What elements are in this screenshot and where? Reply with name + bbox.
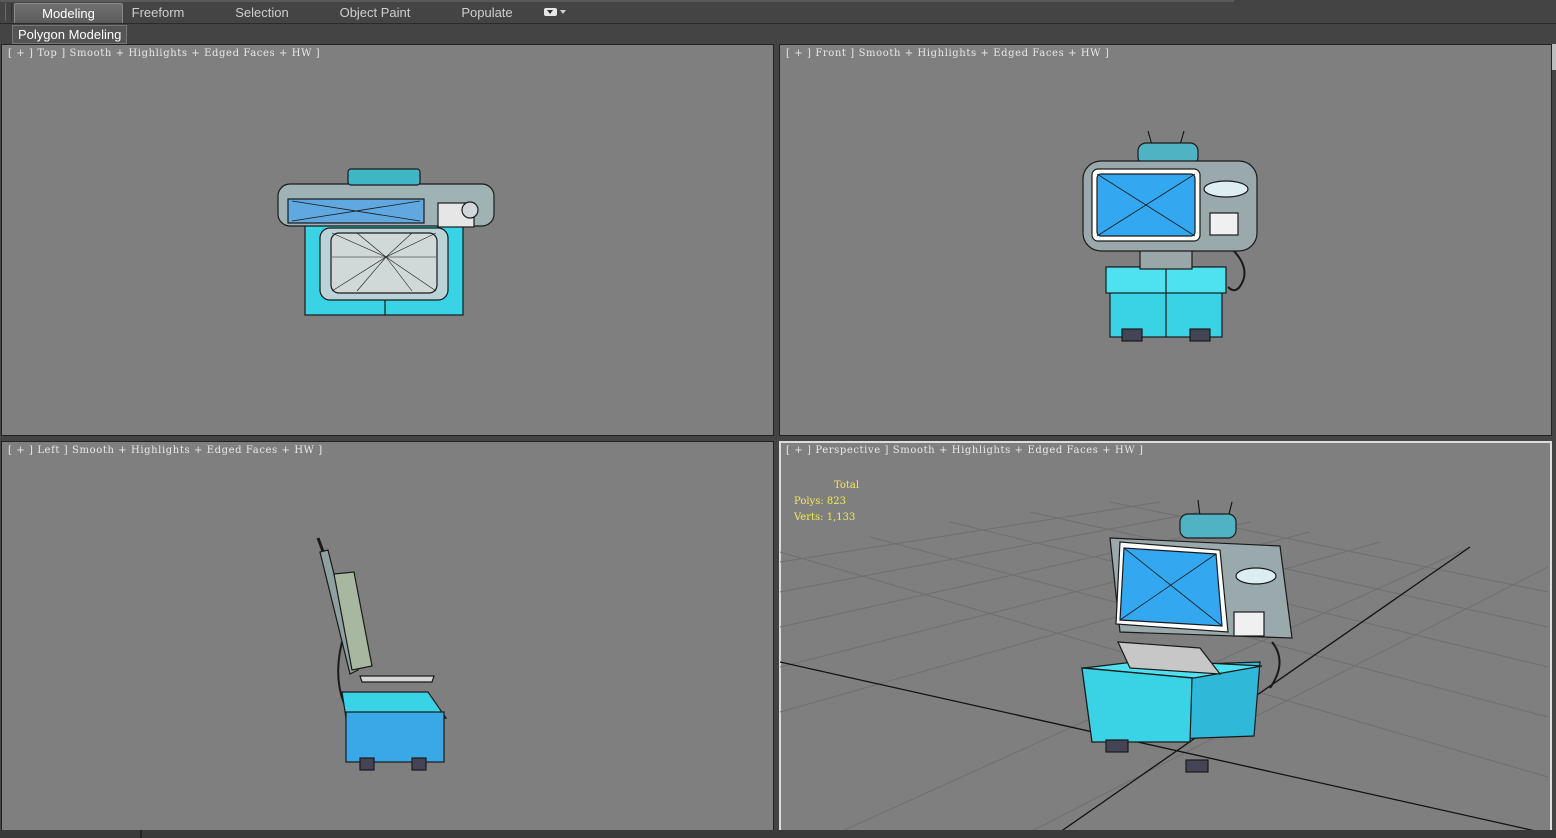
ribbon-tabs: Modeling Freeform Selection Object Paint…: [0, 0, 1556, 24]
bottom-status-strip: [0, 830, 1556, 838]
chevron-down-icon: [560, 10, 566, 14]
tab-selection[interactable]: Selection: [224, 3, 300, 22]
perspective-view-model: [780, 499, 1549, 832]
left-view-model: [316, 537, 448, 771]
viewport-front[interactable]: [ + ] Front ] Smooth + Highlights + Edge…: [779, 44, 1552, 436]
ribbon-panel-bar: Polygon Modeling: [0, 23, 1556, 44]
viewport-top[interactable]: [ + ] Top ] Smooth + Highlights + Edged …: [1, 44, 774, 436]
ribbon-divider: [0, 0, 1234, 2]
ribbon-grip-handle[interactable]: [5, 3, 12, 21]
viewport-left[interactable]: [ + ] Left ] Smooth + Highlights + Edged…: [1, 441, 774, 833]
tab-object-paint[interactable]: Object Paint: [333, 3, 417, 22]
status-divider: [140, 830, 142, 838]
top-view-model: [277, 168, 495, 316]
viewport-perspective[interactable]: [ + ] Perspective ] Smooth + Highlights …: [779, 441, 1552, 833]
right-scroll-handle[interactable]: [1552, 44, 1556, 70]
tab-populate[interactable]: Populate: [454, 3, 520, 22]
ribbon-options-icon: [544, 8, 557, 16]
tab-modeling[interactable]: Modeling: [14, 3, 123, 23]
tab-freeform[interactable]: Freeform: [121, 3, 195, 22]
ribbon-options-dropdown[interactable]: [544, 8, 566, 18]
front-view-model: [1082, 130, 1258, 342]
polygon-modeling-button[interactable]: Polygon Modeling: [12, 25, 128, 44]
